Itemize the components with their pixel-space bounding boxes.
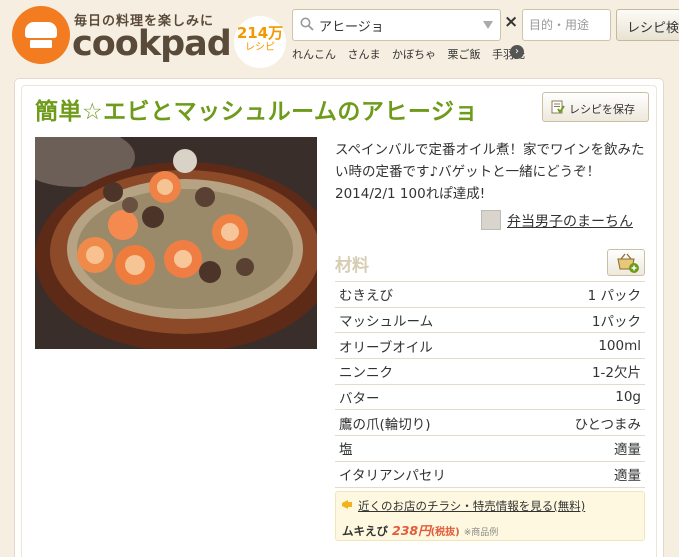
recipe-count-unit: レシピ — [245, 42, 275, 53]
ingredient-row: 塩 適量 — [335, 435, 645, 462]
search-input[interactable] — [319, 15, 474, 35]
promo-tax: (税抜) — [430, 527, 460, 538]
recipe-title: 簡単☆エビとマッシュルームのアヒージョ — [35, 99, 478, 125]
ingredients-table: むきえび 1 パック マッシュルーム 1パック オリーブオイル 100ml ニンニク 1… — [335, 281, 645, 488]
ingredient-row: 鷹の爪(輪切り) ひとつまみ — [335, 409, 645, 436]
save-recipe-icon — [551, 100, 565, 114]
save-recipe-button[interactable]: レシピを保存 — [542, 92, 649, 122]
flyer-link[interactable]: 近くのお店のチラシ・特売情報を見る(無料) — [358, 498, 585, 514]
recipe-count: 214万 — [236, 24, 284, 42]
logo-wordmark: cookpad — [72, 24, 232, 64]
site-header: 毎日の料理を楽しみに cookpad 214万 レシピ × レシピ検索 れんこん… — [0, 0, 679, 70]
ingredient-quantity: ひとつまみ — [574, 416, 641, 433]
purpose-search — [522, 9, 611, 41]
ingredient-row: むきえび 1 パック — [335, 281, 645, 308]
promo-note: ※商品例 — [463, 528, 499, 538]
ingredient-quantity: 100ml — [598, 337, 641, 354]
promo-product-name: ムキえび — [342, 524, 388, 538]
history-dropdown-icon[interactable] — [483, 21, 493, 29]
ingredient-quantity: 10g — [615, 389, 641, 406]
ingredient-name: バター — [339, 391, 380, 408]
flyer-promo-box: 近くのお店のチラシ・特売情報を見る(無料) ムキえび 238円(税抜) ※商品例 — [335, 491, 645, 541]
cookpad-logo[interactable]: 毎日の料理を楽しみに cookpad 214万 レシピ — [12, 6, 286, 68]
keyword-search — [292, 9, 501, 41]
ingredient-row: マッシュルーム 1パック — [335, 307, 645, 333]
save-recipe-label: レシピを保存 — [569, 103, 635, 116]
ingredient-name: ニンニク — [339, 365, 393, 382]
more-keywords-icon[interactable]: › — [510, 45, 524, 59]
ingredient-name: 鷹の爪(輪切り) — [339, 416, 431, 433]
keyword-link[interactable]: 栗ご飯 — [448, 48, 481, 61]
ingredient-name: むきえび — [339, 288, 393, 305]
recipe-panel: 簡単☆エビとマッシュルームのアヒージョ レシピを保存 スペインバルで定番オイル煮… — [14, 78, 664, 557]
keyword-link[interactable]: れんこん — [292, 48, 336, 61]
ingredient-quantity: 1-2欠片 — [591, 365, 641, 382]
recipe-photo[interactable] — [35, 137, 317, 349]
shopping-basket-icon — [617, 253, 639, 273]
ingredient-name: マッシュルーム — [339, 314, 434, 331]
ingredient-row: ニンニク 1-2欠片 — [335, 358, 645, 385]
megaphone-icon — [342, 500, 352, 509]
promo-price: 238円 — [392, 523, 431, 538]
keyword-link[interactable]: さんま — [348, 48, 381, 61]
ingredient-name: イタリアンパセリ — [339, 468, 446, 485]
clear-search-icon[interactable]: × — [504, 12, 518, 32]
chef-hat-icon — [12, 6, 70, 64]
ingredient-quantity: 適量 — [614, 468, 641, 485]
author-avatar — [481, 210, 501, 230]
recipe-count-badge: 214万 レシピ — [234, 16, 286, 68]
ingredient-quantity: 1パック — [591, 314, 641, 331]
ingredients-heading: 材料 — [335, 256, 369, 276]
ingredient-name: 塩 — [339, 442, 353, 459]
recipe-photo-image — [35, 137, 317, 349]
recipe-search-button[interactable]: レシピ検索 — [616, 9, 679, 41]
ingredient-row: バター 10g — [335, 384, 645, 410]
ingredient-row: イタリアンパセリ 適量 — [335, 461, 645, 487]
recipe-description: スペインバルで定番オイル煮！家でワインを飲みたい時の定番です♪バゲットと一緒にど… — [335, 142, 645, 202]
ingredient-quantity: 1 パック — [587, 288, 641, 305]
ingredient-name: オリーブオイル — [339, 339, 433, 356]
keyword-link[interactable]: かぼちゃ — [392, 48, 436, 61]
ingredient-quantity: 適量 — [614, 442, 641, 459]
ingredient-row: オリーブオイル 100ml — [335, 332, 645, 359]
add-to-basket-button[interactable] — [607, 249, 645, 276]
purpose-input[interactable] — [529, 16, 607, 34]
promo-product[interactable]: ムキえび 238円(税抜) ※商品例 — [342, 520, 498, 539]
popular-keywords: れんこん さんま かぼちゃ 栗ご飯 手羽元 — [292, 46, 533, 62]
author-name[interactable]: 弁当男子のまーちん — [507, 211, 633, 231]
search-icon — [300, 17, 314, 31]
